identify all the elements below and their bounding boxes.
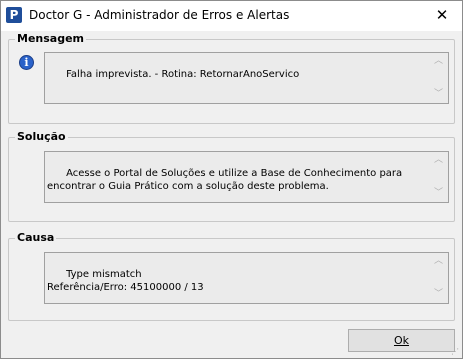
dialog-window: P Doctor G - Administrador de Erros e Al… [0, 0, 463, 359]
mensagem-textbox[interactable]: Falha imprevista. - Rotina: RetornarAnoS… [44, 52, 449, 104]
title-bar[interactable]: P Doctor G - Administrador de Erros e Al… [1, 1, 462, 31]
scroll-down-icon[interactable]: ﹀ [431, 288, 446, 301]
scroll-down-icon[interactable]: ﹀ [431, 187, 446, 200]
scroll-up-icon[interactable]: ︿ [431, 255, 446, 268]
window-title: Doctor G - Administrador de Erros e Aler… [29, 8, 290, 22]
mensagem-group: Mensagem i Falha imprevista. - Rotina: R… [8, 32, 455, 124]
causa-textbox[interactable]: Type mismatch Referência/Erro: 45100000 … [44, 252, 449, 304]
causa-text: Type mismatch Referência/Erro: 45100000 … [47, 269, 204, 293]
close-button[interactable]: ✕ [422, 1, 462, 30]
ok-button-label: Ok [393, 334, 410, 347]
solucao-label: Solução [15, 130, 68, 143]
ok-button[interactable]: Ok [348, 329, 455, 352]
causa-label: Causa [15, 231, 57, 244]
causa-group: Causa Type mismatch Referência/Erro: 451… [8, 231, 455, 321]
info-icon: i [19, 55, 34, 70]
mensagem-text: Falha imprevista. - Rotina: RetornarAnoS… [66, 69, 300, 80]
scroll-down-icon[interactable]: ﹀ [431, 88, 446, 101]
app-logo-letter: P [9, 8, 19, 22]
solucao-scrollbar[interactable]: ︿ ﹀ [429, 152, 448, 202]
mensagem-scrollbar[interactable]: ︿ ﹀ [429, 53, 448, 103]
app-logo-icon: P [6, 7, 22, 23]
causa-scrollbar[interactable]: ︿ ﹀ [429, 253, 448, 303]
solucao-group: Solução Acesse o Portal de Soluções e ut… [8, 130, 455, 222]
scroll-up-icon[interactable]: ︿ [431, 55, 446, 68]
resize-grip-icon[interactable]: ⋰ [451, 347, 461, 357]
solucao-text: Acesse o Portal de Soluções e utilize a … [47, 168, 406, 192]
scroll-up-icon[interactable]: ︿ [431, 154, 446, 167]
solucao-textbox[interactable]: Acesse o Portal de Soluções e utilize a … [44, 151, 449, 203]
mensagem-label: Mensagem [15, 32, 87, 45]
